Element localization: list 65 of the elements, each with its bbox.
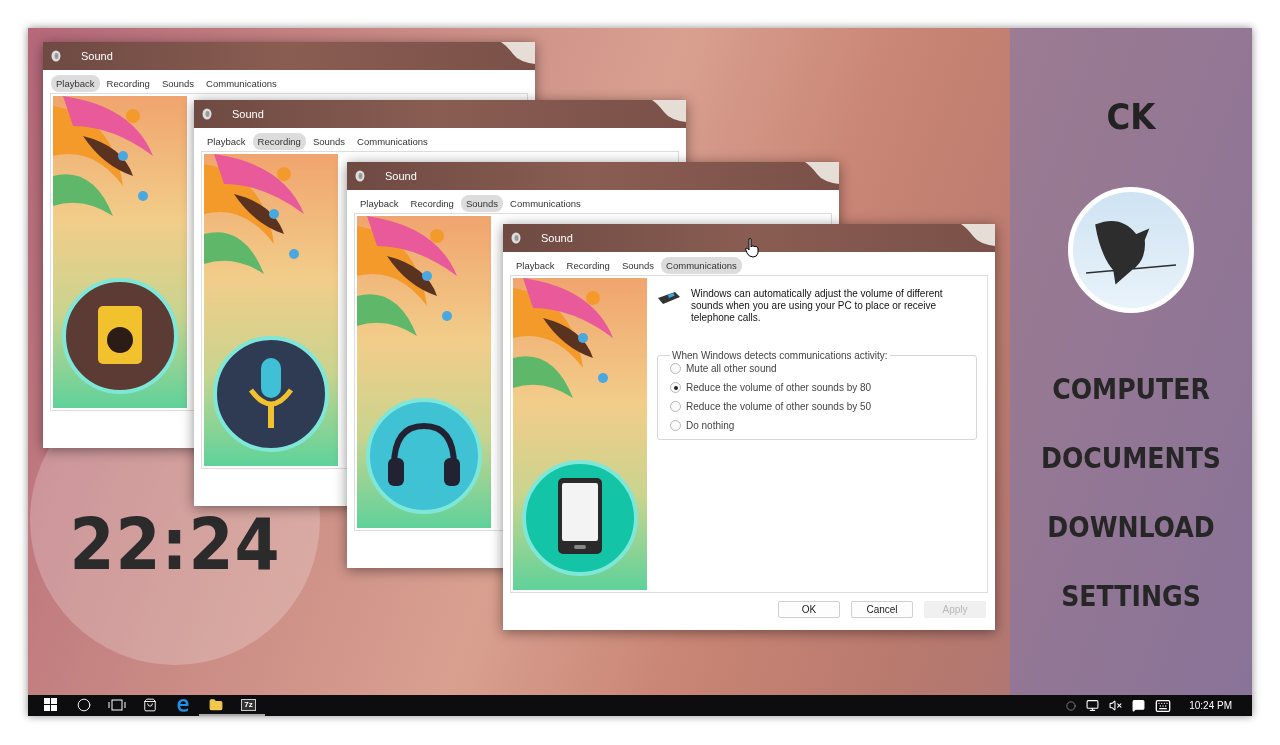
tab[interactable]: Sounds [460,195,504,212]
microphone-icon [211,334,331,454]
clock-time: 22:24 [69,508,281,580]
tab[interactable]: Communications [352,133,433,150]
tab[interactable]: Playback [511,257,560,274]
radio-option[interactable]: Do nothing [670,420,964,431]
radio-option[interactable]: Mute all other sound [670,363,964,374]
page-curl-icon [501,42,535,64]
tab[interactable]: Recording [252,133,306,150]
folder-icon [208,697,223,712]
speaker-app-icon [51,50,61,62]
sidebar-link[interactable]: DOCUMENTS [1041,442,1221,475]
page-curl-icon [652,100,686,122]
speaker-app-icon [355,170,365,182]
radio-option[interactable]: Reduce the volume of other sounds by 80 [670,382,964,393]
dialog-button[interactable]: OK [778,601,840,618]
tab[interactable]: Playback [202,133,251,150]
radio-icon[interactable] [670,420,681,431]
tray-circle-icon[interactable] [1066,700,1077,711]
volume-muted-icon[interactable] [1109,699,1123,712]
window-title: Sound [232,108,264,120]
tab[interactable]: Recording [405,195,459,212]
tab[interactable]: Communications [505,195,586,212]
tab[interactable]: Sounds [156,75,200,92]
speaker-app-icon [202,108,212,120]
window-title: Sound [81,50,113,62]
headphones-icon [364,396,484,516]
keyboard-icon[interactable] [1155,697,1172,714]
notifications-icon[interactable] [1132,699,1146,712]
window-title: Sound [541,232,573,244]
page-curl-icon [961,224,995,246]
tablet-icon [520,458,640,578]
network-icon[interactable] [1086,699,1100,712]
tab[interactable]: Playback [355,195,404,212]
speaker-icon [60,276,180,396]
user-name: CK [1106,96,1156,137]
task-view-icon [107,698,126,711]
sidebar-link[interactable]: SETTINGS [1061,580,1201,613]
tab[interactable]: Recording [101,75,155,92]
tab[interactable]: Communications [201,75,282,92]
radio-icon[interactable] [670,382,681,393]
radio-option[interactable]: Reduce the volume of other sounds by 50 [670,401,964,412]
tab[interactable]: Sounds [616,257,660,274]
speaker-app-icon [511,232,521,244]
radio-icon[interactable] [670,401,681,412]
sidebar-link[interactable]: DOWNLOAD [1047,511,1215,544]
radio-icon[interactable] [670,363,681,374]
clock-text[interactable]: 10:24 PM [1189,700,1232,711]
group-label: When Windows detects communications activity: [671,350,889,361]
search-icon [76,697,91,712]
description-text: Windows can automatically adjust the volume of different sounds when you are using your PC to place or receive telephone calls. [691,288,944,324]
dialog-button[interactable]: Cancel [851,601,913,618]
tab[interactable]: Sounds [307,133,351,150]
page-curl-icon [805,162,839,184]
window-title: Sound [385,170,417,182]
tab[interactable]: Playback [51,75,100,92]
hand-cursor-icon [745,238,759,258]
windows-logo-icon [44,698,57,711]
archive-icon: 7z [241,698,256,711]
taskbar-button[interactable]: 7z [232,695,265,716]
tab[interactable]: Recording [561,257,615,274]
store-icon [142,697,157,712]
sidebar-link[interactable]: COMPUTER [1052,373,1210,406]
tab[interactable]: Communications [661,257,742,274]
edge-icon [175,697,190,712]
